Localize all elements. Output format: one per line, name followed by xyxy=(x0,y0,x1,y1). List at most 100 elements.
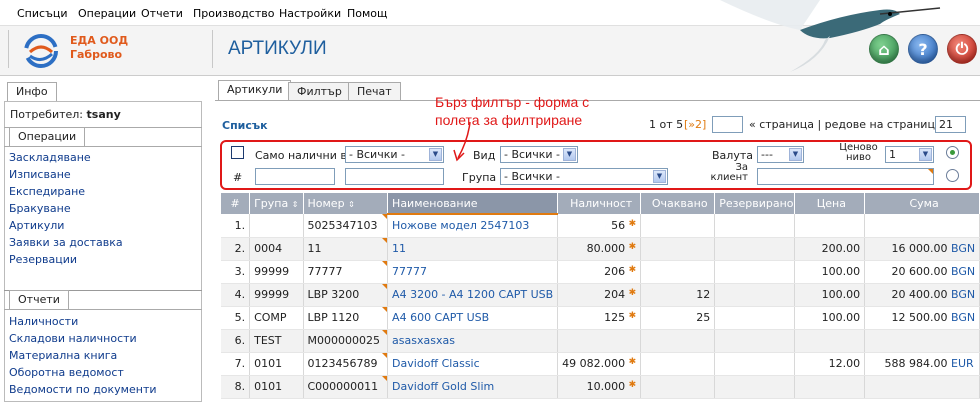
cell-name[interactable]: asasxasxas xyxy=(387,329,559,353)
name-input[interactable] xyxy=(345,168,444,185)
rows-per-page-input[interactable]: 21 xyxy=(935,116,966,133)
cell-index: 8. xyxy=(221,375,251,399)
col-expected[interactable]: Очаквано xyxy=(640,193,716,214)
tab-reports[interactable]: Отчети xyxy=(9,290,69,309)
cell-sum xyxy=(864,375,980,399)
table-row[interactable]: 4. 99999 LBP 3200 A4 3200 - A4 1200 CAPT US… xyxy=(221,283,980,307)
tab-info[interactable]: Инфо xyxy=(7,82,57,102)
tab-operations[interactable]: Операции xyxy=(9,127,86,146)
col-group[interactable]: Група ⇕ xyxy=(249,193,304,214)
cell-availability: 49 082.000 ✱ xyxy=(557,352,642,376)
cell-index: 2. xyxy=(221,237,251,261)
cell-index: 5. xyxy=(221,306,251,330)
cell-name[interactable]: 77777 xyxy=(387,260,559,284)
col-number[interactable]: Номер ⇕ xyxy=(303,193,389,214)
hash-label: # xyxy=(233,171,243,184)
col-price[interactable]: Цена xyxy=(794,193,866,214)
sidebar-item-stock-out[interactable]: Изписване xyxy=(9,168,71,181)
articles-table: # Група ⇕ Номер ⇕ Наименование Наличност… xyxy=(221,193,980,399)
sidebar-item-scrap[interactable]: Бракуване xyxy=(9,202,71,215)
cell-name[interactable]: Ножове модел 2547103 xyxy=(387,214,559,238)
hash-input[interactable] xyxy=(255,168,335,185)
menu-settings[interactable]: Настройки xyxy=(279,7,341,20)
table-row[interactable]: 6. TEST M000000025 asasxasxas xyxy=(221,329,980,353)
cell-number: 77777 xyxy=(303,260,389,284)
filter-radio-bottom[interactable] xyxy=(946,169,959,182)
tab-print[interactable]: Печат xyxy=(348,82,401,101)
table-row[interactable]: 7. 0101 0123456789 Davidoff Classic 49 082.0… xyxy=(221,352,980,376)
cell-number: LBP 1120 xyxy=(303,306,389,330)
cell-price xyxy=(794,214,866,238)
cell-availability xyxy=(557,329,642,353)
hummingbird-icon xyxy=(720,0,941,72)
cell-reserved xyxy=(714,214,795,238)
cell-reserved xyxy=(714,283,795,307)
store-select[interactable]: - Всички - ▼ xyxy=(345,146,444,163)
only-available-checkbox[interactable] xyxy=(231,146,244,159)
sidebar-item-reservations[interactable]: Резервации xyxy=(9,253,77,266)
table-row[interactable]: 2. 0004 11 11 80.000 ✱ 200.00 16 000.00 BGN xyxy=(221,237,980,261)
cell-name[interactable]: A4 3200 - A4 1200 CAPT USB xyxy=(387,283,559,307)
menu-lists[interactable]: Списъци xyxy=(17,7,67,20)
sidebar-item-articles[interactable]: Артикули xyxy=(9,219,64,232)
sidebar-item-material-book[interactable]: Материална книга xyxy=(9,349,117,362)
cell-price: 100.00 xyxy=(794,260,866,284)
kind-select[interactable]: - Всички - ▼ xyxy=(500,146,578,163)
cell-name[interactable]: Davidoff Classic xyxy=(387,352,559,376)
filter-radio-top[interactable] xyxy=(946,146,959,159)
table-row[interactable]: 8. 0101 C000000011 Davidoff Gold Slim 10.000… xyxy=(221,375,980,399)
sidebar-item-availability[interactable]: Наличности xyxy=(9,315,78,328)
cell-reserved xyxy=(714,237,795,261)
cell-availability: 125 ✱ xyxy=(557,306,642,330)
cell-expected xyxy=(640,375,716,399)
client-input[interactable] xyxy=(757,168,934,185)
cell-name[interactable]: Davidoff Gold Slim xyxy=(387,375,559,399)
sidebar-item-supply-orders[interactable]: Заявки за доставка xyxy=(9,236,123,249)
menu-help[interactable]: Помощ xyxy=(347,7,387,20)
cell-expected: 12 xyxy=(640,283,716,307)
pager-labels[interactable]: « страница | редове на страница » xyxy=(749,118,952,131)
page-input[interactable] xyxy=(712,116,743,133)
cell-expected: 25 xyxy=(640,306,716,330)
sidebar-item-stock-in[interactable]: Заскладяване xyxy=(9,151,91,164)
cell-group: 0101 xyxy=(249,375,304,399)
user-info: Потребител: tsany xyxy=(10,108,121,121)
cell-group: 0101 xyxy=(249,352,304,376)
tab-filter[interactable]: Филтър xyxy=(288,82,351,101)
group-select[interactable]: - Всички - ▼ xyxy=(500,168,668,185)
cell-name[interactable]: A4 600 CAPT USB xyxy=(387,306,559,330)
cell-reserved xyxy=(714,352,795,376)
sidebar-item-dispatch[interactable]: Експедиране xyxy=(9,185,85,198)
menu-operations[interactable]: Операции xyxy=(78,7,136,20)
pager-next-link[interactable]: [»2] xyxy=(684,118,706,131)
table-row[interactable]: 5. COMP LBP 1120 A4 600 CAPT USB 125 ✱ 25 100.… xyxy=(221,306,980,330)
cell-sum: 20 400.00 BGN xyxy=(864,283,980,307)
cell-sum: 20 600.00 BGN xyxy=(864,260,980,284)
col-availability[interactable]: Наличност xyxy=(557,193,642,214)
cell-group: 0004 xyxy=(249,237,304,261)
col-reserved[interactable]: Резервирано xyxy=(714,193,795,214)
tab-articles[interactable]: Артикули xyxy=(218,80,292,100)
table-row[interactable]: 3. 99999 77777 77777 206 ✱ 100.00 20 600.00 BG… xyxy=(221,260,980,284)
price-level-select[interactable]: 1 ▼ xyxy=(885,146,934,163)
cell-reserved xyxy=(714,329,795,353)
cell-number: 11 xyxy=(303,237,389,261)
menu-production[interactable]: Производство xyxy=(193,7,274,20)
cell-index: 7. xyxy=(221,352,251,376)
col-name[interactable]: Наименование xyxy=(387,193,559,215)
menu-reports[interactable]: Отчети xyxy=(141,7,183,20)
cell-price xyxy=(794,375,866,399)
sidebar-item-doc-statements[interactable]: Ведомости по документи xyxy=(9,383,157,396)
sidebar-item-warehouse-availability[interactable]: Складови наличности xyxy=(9,332,137,345)
table-row[interactable]: 1. 5025347103 Ножове модел 2547103 56 ✱ xyxy=(221,214,980,238)
sidebar-item-turnover[interactable]: Оборотна ведомост xyxy=(9,366,124,379)
cell-name[interactable]: 11 xyxy=(387,237,559,261)
cell-price: 100.00 xyxy=(794,306,866,330)
cell-group: 99999 xyxy=(249,283,304,307)
col-sum[interactable]: Сума xyxy=(864,193,980,214)
cell-sum xyxy=(864,329,980,353)
currency-select[interactable]: --- ▼ xyxy=(757,146,804,163)
cell-reserved xyxy=(714,375,795,399)
cell-group: COMP xyxy=(249,306,304,330)
cell-number: 5025347103 xyxy=(303,214,389,238)
